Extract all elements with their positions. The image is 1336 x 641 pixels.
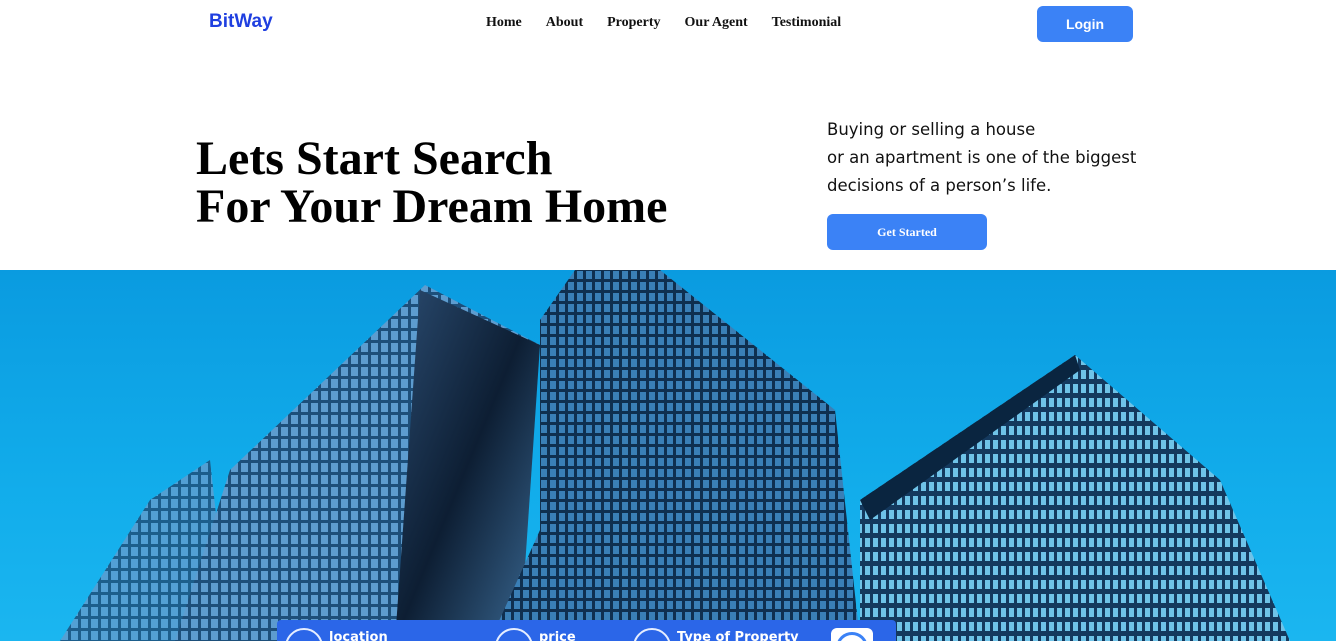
property-search-bar: location price Type of Property [277, 620, 896, 641]
hero-desc-line-3: decisions of a person’s life. [827, 176, 1052, 195]
search-submit-button[interactable] [831, 628, 873, 641]
nav-link-property[interactable]: Property [607, 15, 660, 31]
nav-link-our-agent[interactable]: Our Agent [685, 15, 748, 31]
location-icon [285, 628, 323, 641]
search-price[interactable]: price [495, 626, 576, 641]
nav-link-testimonial[interactable]: Testimonial [772, 15, 842, 31]
nav-links: Home About Property Our Agent Testimonia… [486, 15, 865, 31]
hero-description: Buying or selling a house or an apartmen… [827, 116, 1157, 200]
hero-desc-line-2: or an apartment is one of the biggest [827, 148, 1137, 167]
skyscrapers-illustration [60, 270, 1290, 641]
nav-link-about[interactable]: About [546, 15, 583, 31]
search-location[interactable]: location [285, 626, 388, 641]
search-property-type[interactable]: Type of Property [633, 626, 799, 641]
location-label: location [329, 630, 388, 641]
property-type-label: Type of Property [677, 630, 799, 641]
price-label: price [539, 630, 576, 641]
price-icon [495, 628, 533, 641]
brand-logo[interactable]: BitWay [209, 11, 273, 33]
search-icon [836, 632, 868, 641]
hero-title-line-2: For Your Dream Home [196, 180, 668, 233]
nav-link-home[interactable]: Home [486, 15, 522, 31]
login-button[interactable]: Login [1037, 6, 1133, 42]
property-type-icon [633, 628, 671, 641]
hero-title: Lets Start Search For Your Dream Home [196, 135, 667, 231]
hero-desc-line-1: Buying or selling a house [827, 120, 1036, 139]
hero-banner-image [0, 270, 1336, 641]
hero-title-line-1: Lets Start Search [196, 132, 553, 185]
get-started-button[interactable]: Get Started [827, 214, 987, 250]
navbar: BitWay Home About Property Our Agent Tes… [0, 0, 1336, 48]
